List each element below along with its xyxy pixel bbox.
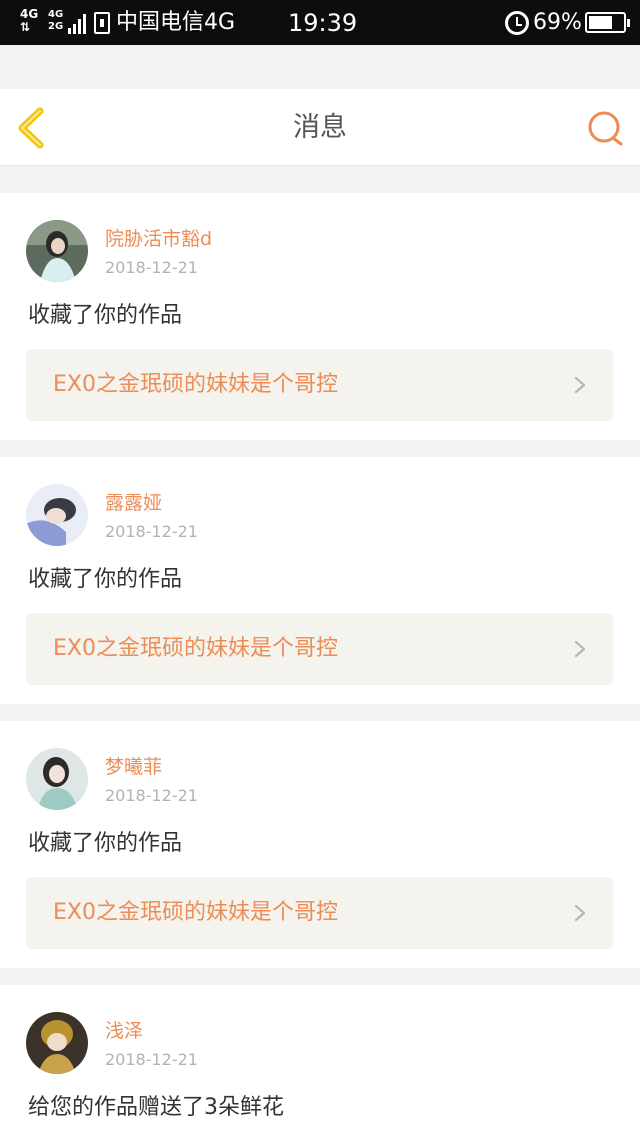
message-date: 2018-12-21 [105,522,198,541]
message-date: 2018-12-21 [105,786,198,805]
clock: 19:39 [288,9,358,37]
message-card: 梦曦菲 2018-12-21 收藏了你的作品 EX0之金珉硕的妹妹是个哥控 [0,721,640,968]
message-action: 收藏了你的作品 [28,567,183,592]
secondary-network: 4G 2G [48,9,63,33]
work-link[interactable]: EX0之金珉硕的妹妹是个哥控 [26,877,613,949]
carrier-label: 中国电信4G [116,10,236,35]
chevron-right-icon [574,640,586,658]
work-title: EX0之金珉硕的妹妹是个哥控 [53,636,338,661]
signal-icon [68,12,88,34]
status-bar: 4G ⇅ 4G 2G 中国电信4G 19:39 69% [0,0,640,45]
page-title: 消息 [293,112,347,143]
username[interactable]: 院胁活市豁d [105,227,212,251]
network-small-2g-label: 2G [48,21,64,32]
message-action: 收藏了你的作品 [28,303,183,328]
network-type: 4G ⇅ [20,8,38,34]
data-arrows-icon: ⇅ [20,20,31,34]
message-date: 2018-12-21 [105,1050,198,1069]
search-icon[interactable] [586,111,624,147]
chevron-right-icon [574,904,586,922]
avatar[interactable] [26,1012,88,1074]
message-card: 浅泽 2018-12-21 给您的作品赠送了3朵鲜花 [0,985,640,1138]
work-title: EX0之金珉硕的妹妹是个哥控 [53,900,338,925]
sim-card-icon [94,12,110,34]
message-action: 收藏了你的作品 [28,831,183,856]
battery-percent: 69% [533,10,582,35]
nav-bar: 消息 [0,89,640,166]
avatar[interactable] [26,220,88,282]
chevron-right-icon [574,376,586,394]
username[interactable]: 露露娅 [105,491,162,515]
network-small-4g-label: 4G [48,9,64,20]
avatar[interactable] [26,748,88,810]
message-date: 2018-12-21 [105,258,198,277]
work-title: EX0之金珉硕的妹妹是个哥控 [53,372,338,397]
message-card: 院胁活市豁d 2018-12-21 收藏了你的作品 EX0之金珉硕的妹妹是个哥控 [0,193,640,440]
avatar[interactable] [26,484,88,546]
username[interactable]: 梦曦菲 [105,755,162,779]
battery-icon [585,12,630,33]
message-card: 露露娅 2018-12-21 收藏了你的作品 EX0之金珉硕的妹妹是个哥控 [0,457,640,704]
username[interactable]: 浅泽 [105,1019,143,1043]
battery-fill [589,16,612,29]
work-link[interactable]: EX0之金珉硕的妹妹是个哥控 [26,349,613,421]
work-link[interactable]: EX0之金珉硕的妹妹是个哥控 [26,613,613,685]
message-action: 给您的作品赠送了3朵鲜花 [28,1095,284,1120]
alarm-icon [505,11,529,35]
